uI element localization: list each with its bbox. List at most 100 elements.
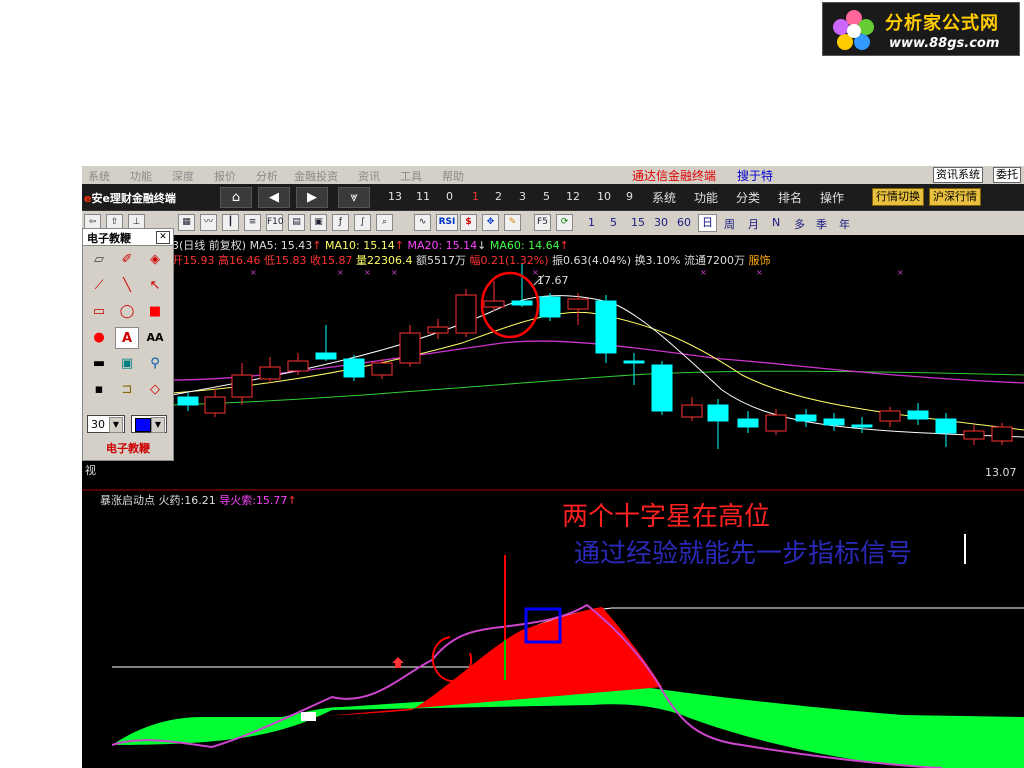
chevron-down-icon[interactable]: ▼ [151, 417, 165, 433]
period-multi[interactable]: 多 [794, 216, 805, 232]
arrow-tool-icon[interactable]: ↖ [143, 275, 167, 297]
quick-num-9[interactable]: 9 [626, 190, 633, 203]
pen-icon[interactable]: ✎ [504, 214, 521, 231]
gunpowder-label: 火药: [158, 494, 185, 507]
period-60min[interactable]: 60 [677, 216, 691, 229]
forward-icon[interactable]: ▶ [296, 187, 328, 208]
svg-text:×: × [337, 268, 344, 277]
fill-bucket-icon[interactable]: ◈ [143, 249, 167, 271]
menu-item-function[interactable]: 功能 [130, 168, 152, 184]
home-icon[interactable]: ⌂ [220, 187, 252, 208]
period-week[interactable]: 周 [724, 216, 735, 232]
font-icon[interactable]: AA [143, 327, 167, 349]
close-icon[interactable]: ✕ [156, 231, 170, 244]
f5-icon[interactable]: F5 [534, 214, 551, 231]
menu-item-tools[interactable]: 工具 [400, 168, 422, 184]
line-chart-icon[interactable]: 〰 [200, 214, 217, 231]
indicator-info-line: 暴涨启动点 火药:16.21 导火索:15.77↑ [100, 492, 297, 508]
brush-icon[interactable]: ✐ [115, 249, 139, 271]
search-icon[interactable]: ⌕ [376, 214, 393, 231]
small-red-circle [431, 636, 472, 683]
color-bar-icon[interactable]: ▬ [87, 353, 111, 375]
period-15min[interactable]: 15 [631, 216, 645, 229]
trade-button[interactable]: 委托 [993, 167, 1021, 183]
menu-item-finance[interactable]: 金融投资 [294, 168, 338, 184]
indicator-icon[interactable]: ∿ [414, 214, 431, 231]
main-toolbar: e安e理财金融终端 ⌂ ◀ ▶ ⩔ 13 11 0 1 2 3 5 12 10 … [82, 184, 1024, 211]
quick-num-4[interactable]: 2 [495, 190, 502, 203]
grid-icon[interactable]: ▦ [178, 214, 195, 231]
save-icon[interactable]: ▪ [87, 379, 111, 401]
color-select[interactable]: ▼ [131, 415, 167, 433]
open-folder-icon[interactable]: ⊐ [115, 379, 139, 401]
ma5-up-arrow: ↑ [312, 239, 322, 252]
filled-rect-icon[interactable]: ■ [143, 301, 167, 323]
refresh-icon[interactable]: ⟳ [556, 214, 573, 231]
candle-icon[interactable]: ┃ [222, 214, 239, 231]
menu-item-system[interactable]: 系统 [88, 168, 110, 184]
tb-menu-operate[interactable]: 操作 [820, 189, 844, 206]
candle-body [177, 396, 199, 406]
candle-body [851, 424, 873, 428]
magnifier-icon[interactable]: ⚲ [143, 353, 167, 375]
screen-icon[interactable]: ▣ [115, 353, 139, 375]
menu-item-quote[interactable]: 报价 [214, 168, 236, 184]
f10-icon[interactable]: F10 [266, 214, 284, 231]
menu-item-help[interactable]: 帮助 [442, 168, 464, 184]
eraser-icon[interactable]: ▱ [87, 249, 111, 271]
rectangle-icon[interactable]: ▭ [87, 301, 111, 323]
svg-text:×: × [391, 268, 398, 277]
menu-item-depth[interactable]: 深度 [172, 168, 194, 184]
tb-menu-rank[interactable]: 排名 [778, 189, 802, 206]
diamond-icon[interactable]: ◇ [143, 379, 167, 401]
quick-num-5[interactable]: 3 [519, 190, 526, 203]
period-n[interactable]: N [772, 216, 780, 229]
size-select[interactable]: 30 ▼ [87, 415, 125, 433]
doc-icon[interactable]: ▤ [288, 214, 305, 231]
quick-num-7[interactable]: 12 [566, 190, 580, 203]
filled-ellipse-icon[interactable]: ● [87, 327, 111, 349]
back-icon[interactable]: ◀ [258, 187, 290, 208]
candle-body [935, 418, 957, 434]
tb-menu-system[interactable]: 系统 [652, 189, 676, 206]
page-icon[interactable]: ▣ [310, 214, 327, 231]
period-1min[interactable]: 1 [588, 216, 595, 229]
text-tool-icon[interactable]: A [115, 327, 139, 349]
chevron-down-icon[interactable]: ▼ [109, 417, 123, 433]
list-icon[interactable]: ≡ [244, 214, 261, 231]
pencil-icon[interactable]: ⟋ [87, 275, 111, 297]
period-30min[interactable]: 30 [654, 216, 668, 229]
move-icon[interactable]: ✥ [482, 214, 499, 231]
period-day[interactable]: 日 [698, 214, 717, 232]
ellipse-icon[interactable]: ◯ [115, 301, 139, 323]
fuse-value: 15.77 [255, 494, 288, 507]
func-icon[interactable]: ∫ [354, 214, 371, 231]
period-year[interactable]: 年 [839, 216, 850, 232]
formula-icon[interactable]: ƒ [332, 214, 349, 231]
line-tool-icon[interactable]: ╲ [115, 275, 139, 297]
money-icon[interactable]: $ [460, 214, 477, 231]
tb-menu-category[interactable]: 分类 [736, 189, 760, 206]
quick-num-8[interactable]: 10 [597, 190, 611, 203]
quick-num-0[interactable]: 13 [388, 190, 402, 203]
candle-body [455, 294, 477, 334]
expand-down-icon[interactable]: ⩔ [338, 187, 370, 208]
news-system-button[interactable]: 资讯系统 [933, 167, 983, 183]
quick-num-1[interactable]: 11 [416, 190, 430, 203]
quick-num-3[interactable]: 1 [472, 190, 479, 203]
menu-item-analysis[interactable]: 分析 [256, 168, 278, 184]
rsi-icon[interactable]: RSI [436, 214, 458, 231]
candle-body [651, 364, 673, 412]
menu-item-news[interactable]: 资讯 [358, 168, 380, 184]
quick-num-6[interactable]: 5 [543, 190, 550, 203]
sh-sz-market-button[interactable]: 沪深行情 [929, 188, 981, 206]
period-5min[interactable]: 5 [610, 216, 617, 229]
market-switch-button[interactable]: 行情切换 [872, 188, 924, 206]
green-area [112, 687, 1024, 768]
period-month[interactable]: 月 [748, 216, 759, 232]
quick-num-2[interactable]: 0 [446, 190, 453, 203]
period-season[interactable]: 季 [816, 216, 827, 232]
tb-menu-function[interactable]: 功能 [694, 189, 718, 206]
candle-body [595, 300, 617, 354]
ma60-up-arrow: ↑ [559, 239, 569, 252]
